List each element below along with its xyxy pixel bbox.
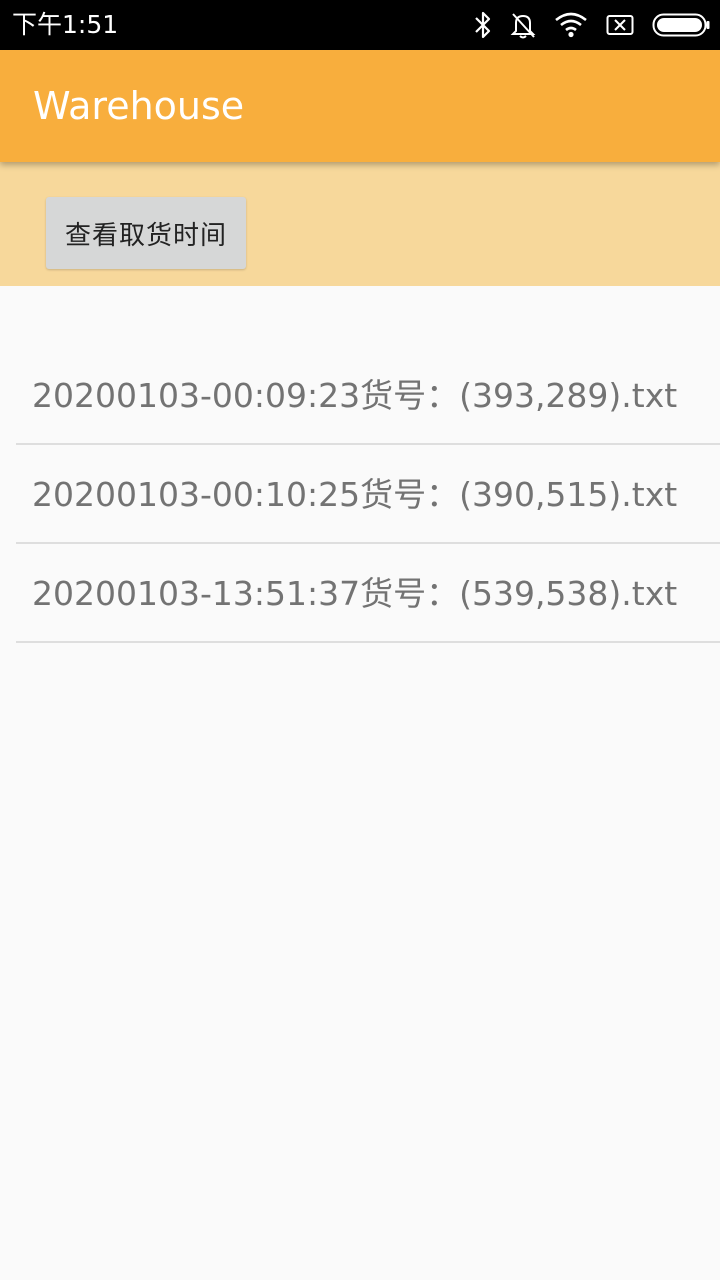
status-bar: 下午1:51 [0,0,720,50]
file-list: 20200103-00:09:23货号：(393,289).txt 202001… [16,346,720,643]
notifications-off-icon [510,11,536,39]
view-pickup-time-button[interactable]: 查看取货时间 [46,197,246,269]
battery-icon [652,12,710,38]
list-item[interactable]: 20200103-00:09:23货号：(393,289).txt [16,346,720,445]
status-time: 下午1:51 [12,10,119,39]
list-item[interactable]: 20200103-13:51:37货号：(539,538).txt [16,544,720,643]
sim-none-icon [606,14,634,36]
app-bar: Warehouse [0,50,720,162]
wifi-icon [554,12,588,38]
app-title: Warehouse [33,84,245,128]
file-name: 20200103-00:09:23货号：(393,289).txt [32,376,678,415]
list-item[interactable]: 20200103-00:10:25货号：(390,515).txt [16,445,720,544]
file-name: 20200103-13:51:37货号：(539,538).txt [32,574,678,613]
file-name: 20200103-00:10:25货号：(390,515).txt [32,475,678,514]
action-area: 查看取货时间 [0,162,720,286]
status-icons [456,0,710,50]
bluetooth-icon [474,11,492,39]
